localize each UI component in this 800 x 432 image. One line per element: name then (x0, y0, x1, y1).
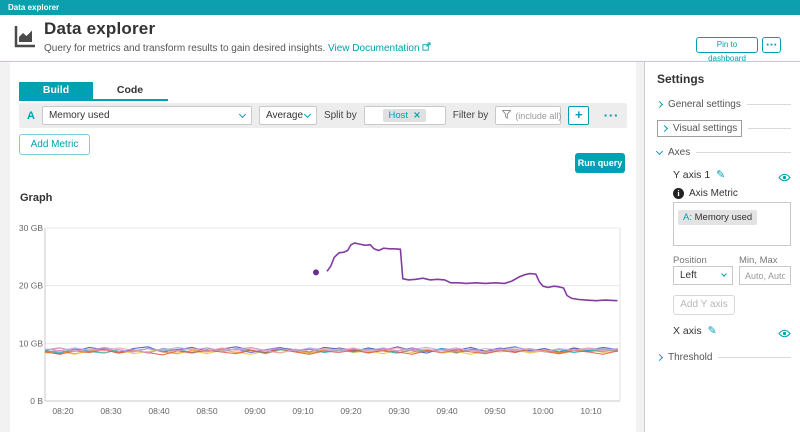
split-by-chip[interactable]: Host × (383, 109, 426, 122)
query-row-more-button[interactable]: ··· (603, 109, 619, 122)
axis-metric-chip[interactable]: A: Memory used (678, 210, 757, 225)
svg-text:10:00: 10:00 (532, 406, 554, 416)
filter-by-field[interactable] (495, 106, 561, 125)
divider (747, 104, 791, 105)
svg-text:09:50: 09:50 (484, 406, 506, 416)
filter-by-label: Filter by (453, 110, 489, 121)
builder-tabs: Build Code (19, 82, 168, 101)
minmax-label: Min, Max (739, 255, 778, 266)
section-threshold[interactable]: Threshold (657, 352, 791, 363)
divider (696, 152, 791, 153)
svg-text:09:20: 09:20 (340, 406, 362, 416)
chevron-down-icon (721, 271, 727, 277)
add-y-axis-button-disabled[interactable]: Add Y axis (673, 295, 735, 315)
svg-text:09:00: 09:00 (244, 406, 266, 416)
svg-text:09:40: 09:40 (436, 406, 458, 416)
position-select[interactable]: Left (673, 266, 733, 285)
run-query-button[interactable]: Run query (575, 153, 625, 173)
svg-text:08:50: 08:50 (196, 406, 218, 416)
header-more-button[interactable]: ··· (762, 37, 781, 53)
x-axis-row: X axis ✎ (673, 324, 717, 337)
y-axis-visibility-eye-icon[interactable] (778, 169, 791, 187)
query-and-chart-panel: Build Code A Memory used Average Split b… (10, 62, 636, 432)
y-axis-1-row: Y axis 1 ✎ (673, 168, 725, 181)
filter-input[interactable] (515, 111, 561, 121)
chevron-down-icon (656, 147, 663, 154)
svg-text:10:10: 10:10 (580, 406, 602, 416)
svg-text:09:30: 09:30 (388, 406, 410, 416)
edit-x-axis-icon[interactable]: ✎ (708, 324, 717, 337)
divider (748, 128, 791, 129)
remove-chip-icon[interactable]: × (413, 110, 421, 121)
svg-text:20 GB: 20 GB (19, 281, 43, 291)
section-general-settings[interactable]: General settings (657, 99, 791, 110)
split-by-field[interactable]: Host × (364, 106, 446, 125)
section-visual-settings[interactable]: Visual settings (657, 120, 791, 137)
funnel-icon (502, 110, 511, 122)
external-link-icon (422, 43, 431, 54)
svg-text:08:30: 08:30 (100, 406, 122, 416)
view-documentation-link[interactable]: View Documentation (328, 43, 420, 54)
axis-metric-label: Axis Metric (689, 188, 738, 199)
aggregation-select[interactable]: Average (259, 106, 317, 125)
svg-text:30 GB: 30 GB (19, 223, 43, 233)
settings-panel: Settings General settings Visual setting… (644, 62, 800, 432)
chevron-down-icon (239, 110, 246, 117)
chevron-right-icon (656, 354, 663, 361)
metric-select-value: Memory used (49, 110, 110, 121)
chevron-down-icon (304, 110, 311, 117)
memory-used-line-chart: 0 B 10 GB 20 GB 30 GB 08:20 08:30 08:40 08:50 09… (10, 195, 636, 432)
info-icon: i (673, 188, 684, 199)
svg-text:09:10: 09:10 (292, 406, 314, 416)
split-by-label: Split by (324, 110, 357, 121)
settings-title: Settings (657, 72, 704, 86)
chart-icon (12, 24, 36, 53)
minmax-input[interactable] (739, 266, 791, 285)
aggregation-value: Average (266, 110, 303, 121)
chevron-right-icon (656, 101, 663, 108)
page-subtitle: Query for metrics and transform results … (44, 42, 431, 54)
pin-to-dashboard-button[interactable]: Pin to dashboard (696, 37, 758, 53)
x-axis-visibility-eye-icon[interactable] (778, 325, 791, 343)
divider (718, 357, 791, 358)
add-metric-button[interactable]: Add Metric (19, 134, 90, 155)
svg-text:10 GB: 10 GB (19, 338, 43, 348)
axis-metric-box[interactable]: A: Memory used (673, 202, 791, 246)
app-top-bar: Data explorer (0, 0, 800, 15)
tab-code[interactable]: Code (93, 82, 167, 99)
section-axes[interactable]: Axes (657, 147, 791, 158)
svg-text:0 B: 0 B (30, 396, 43, 406)
add-filter-button[interactable]: + (568, 106, 589, 125)
tab-build[interactable]: Build (19, 82, 93, 99)
metric-query-row: A Memory used Average Split by Host × Fi… (19, 103, 627, 128)
edit-y-axis-icon[interactable]: ✎ (716, 168, 725, 181)
svg-text:08:40: 08:40 (148, 406, 170, 416)
page-header: Data explorer Query for metrics and tran… (0, 15, 800, 62)
metric-select[interactable]: Memory used (42, 106, 252, 125)
svg-text:08:20: 08:20 (52, 406, 74, 416)
page-title: Data explorer (44, 19, 155, 39)
visual-settings-focus[interactable]: Visual settings (657, 120, 742, 137)
chevron-right-icon (661, 125, 668, 132)
position-label: Position (673, 255, 707, 266)
top-bar-title: Data explorer (8, 3, 59, 12)
metric-letter-badge: A (27, 110, 35, 122)
axis-metric-row: i Axis Metric (673, 188, 738, 199)
